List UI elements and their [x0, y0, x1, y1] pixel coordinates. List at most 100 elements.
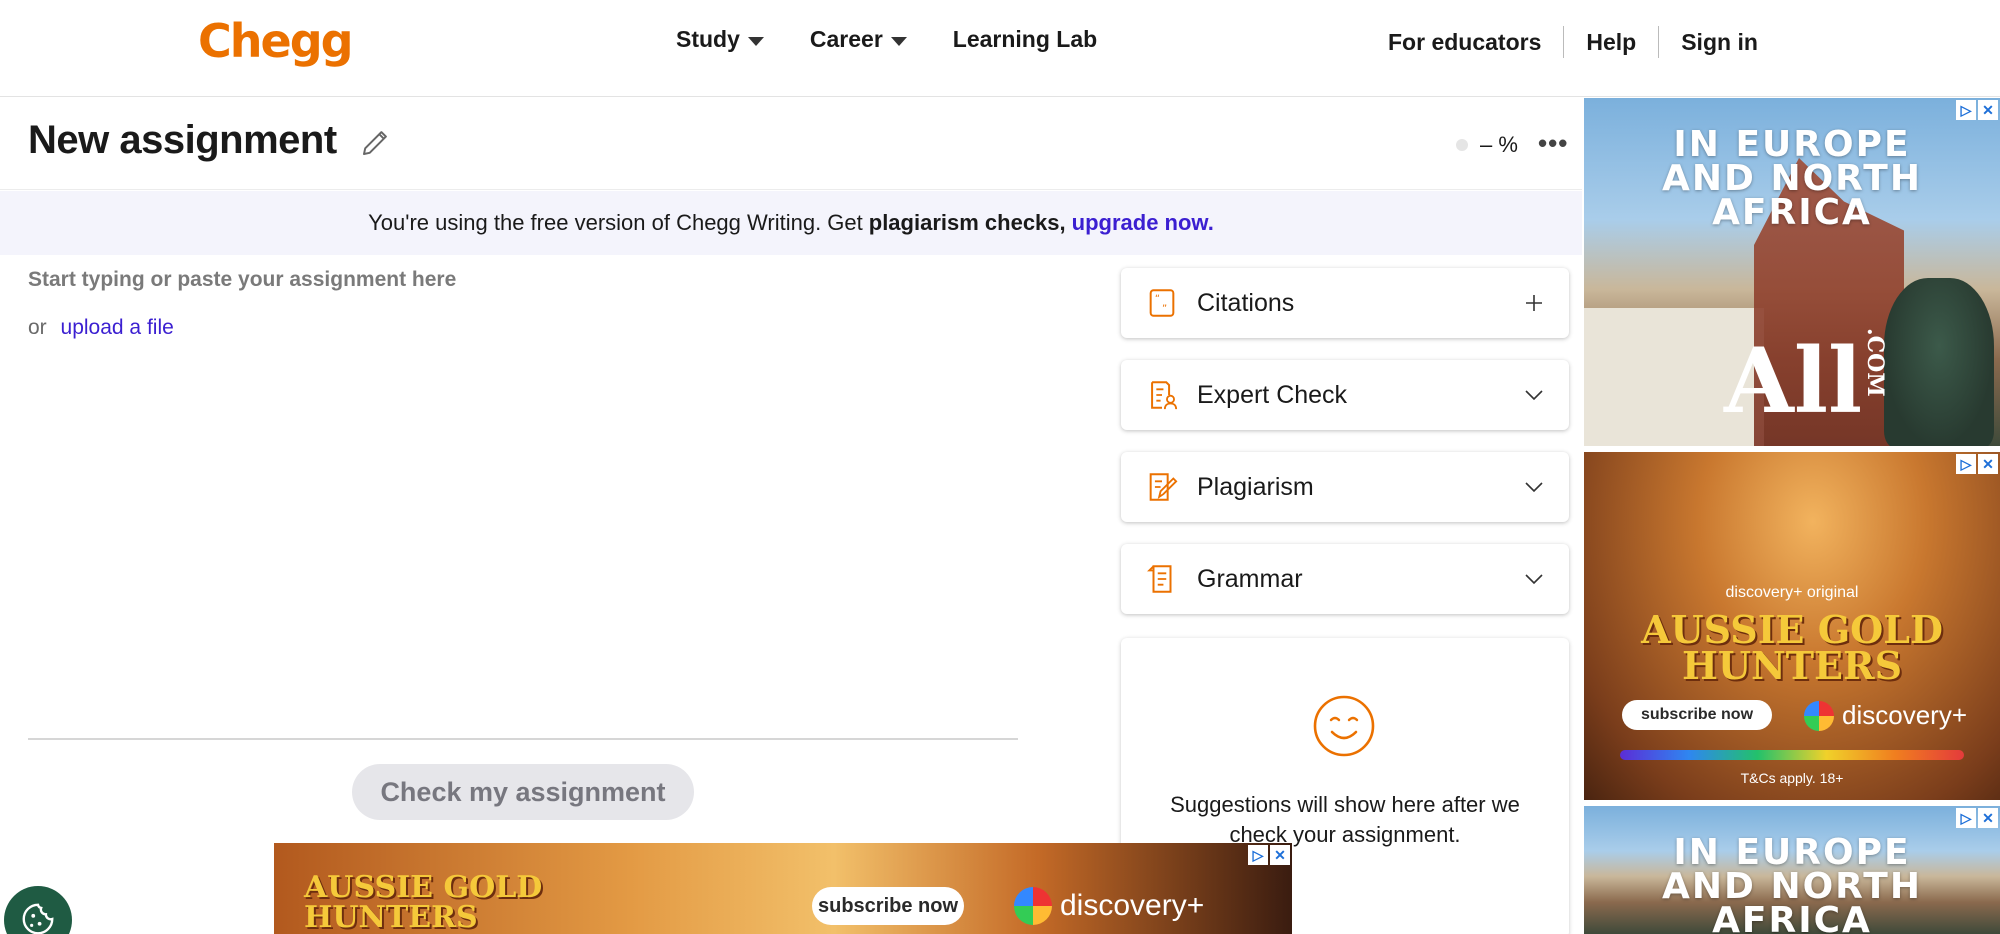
ad-headline: IN EUROPE AND NORTH AFRICA [1584, 124, 2000, 233]
advertisement-europe-2[interactable]: IN EUROPE AND NORTH AFRICA ▷ ✕ [1584, 806, 2000, 934]
grammar-icon [1147, 565, 1172, 593]
top-navigation-bar: Chegg Study Career Learning Lab For educ… [0, 0, 2000, 97]
panel-label: Plagiarism [1197, 472, 1314, 501]
ad-terms: T&Cs apply. 18+ [1740, 770, 1844, 786]
adchoices-icon[interactable]: ▷ [1956, 808, 1976, 828]
nav-divider [1658, 26, 1660, 58]
ad-title: AUSSIE GOLD HUNTERS [304, 873, 542, 933]
cookie-icon [22, 903, 54, 934]
ad-controls: ▷ ✕ [1956, 808, 1998, 828]
panel-label: Citations [1197, 288, 1295, 317]
nav-career-label: Career [809, 26, 883, 52]
panel-label: Expert Check [1197, 380, 1348, 409]
caret-down-icon [747, 37, 764, 46]
advertisement-gold-hunters[interactable]: discovery+ original AUSSIE GOLD HUNTERS … [1584, 452, 2000, 800]
nav-study-label: Study [676, 26, 740, 52]
ad-headline-line: AND NORTH [1662, 866, 1922, 907]
upload-row: or upload a file [28, 316, 174, 340]
ad-brand-text: discovery+ [1842, 700, 1967, 730]
editor-divider [28, 738, 1018, 740]
document-title-bar: New assignment – % ••• [0, 98, 1582, 190]
panel-plagiarism[interactable]: Plagiarism [1121, 452, 1569, 522]
ad-discovery-logo: discovery+ [1014, 887, 1204, 925]
ad-controls: ▷ ✕ [1248, 845, 1290, 865]
panel-grammar[interactable]: Grammar [1121, 544, 1569, 614]
upgrade-banner: You're using the free version of Chegg W… [0, 191, 1582, 255]
account-nav: For educators Help Sign in [1388, 26, 1758, 58]
panel-expert-check[interactable]: Expert Check [1121, 360, 1569, 430]
close-ad-icon[interactable]: ✕ [1978, 808, 1998, 828]
help-link[interactable]: Help [1586, 29, 1636, 56]
upload-file-link[interactable]: upload a file [61, 316, 174, 339]
panel-citations[interactable]: “ ” Citations [1121, 268, 1569, 338]
svg-text:“: “ [1155, 294, 1160, 305]
close-ad-icon[interactable]: ✕ [1978, 454, 1998, 474]
expert-check-icon [1151, 381, 1178, 410]
ad-subscribe-button[interactable]: subscribe now [1622, 700, 1772, 730]
ad-headline-line: AFRICA [1712, 900, 1872, 934]
main-nav: Study Career Learning Lab [676, 26, 1097, 53]
ad-headline: IN EUROPE AND NORTH AFRICA [1584, 832, 2000, 934]
nav-divider [1563, 26, 1565, 58]
ad-headline-line: AFRICA [1712, 192, 1872, 233]
score-dot-icon [1456, 139, 1468, 151]
ad-title-line: HUNTERS [304, 900, 478, 934]
advertisement-europe[interactable]: IN EUROPE AND NORTH AFRICA All.COM ▷ ✕ [1584, 98, 2000, 446]
editor-placeholder[interactable]: Start typing or paste your assignment he… [28, 268, 456, 292]
ad-brand-text: discovery+ [1060, 889, 1205, 922]
adchoices-icon[interactable]: ▷ [1956, 100, 1976, 120]
ad-controls: ▷ ✕ [1956, 100, 1998, 120]
nav-career[interactable]: Career [810, 26, 907, 53]
cookie-settings-button[interactable] [4, 886, 72, 934]
smiley-icon [1313, 695, 1375, 757]
adchoices-icon[interactable]: ▷ [1956, 454, 1976, 474]
discovery-orb-icon [1014, 887, 1052, 925]
suggestions-text: Suggestions will show here after we chec… [1170, 792, 1520, 847]
ad-brand-logo: All.COM [1724, 328, 1888, 434]
ad-headline-line: IN EUROPE [1673, 124, 1911, 165]
chevron-down-icon[interactable] [1523, 568, 1545, 590]
banner-bold-text: plagiarism checks, [868, 210, 1066, 235]
for-educators-link[interactable]: For educators [1388, 29, 1541, 56]
advertisement-bottom-banner[interactable]: AUSSIE GOLD HUNTERS subscribe now discov… [274, 843, 1292, 934]
banner-text: You're using the free version of Chegg W… [368, 210, 863, 235]
ad-rainbow-bar [1620, 750, 1964, 760]
or-text: or [28, 316, 47, 339]
more-options-icon[interactable]: ••• [1538, 128, 1568, 159]
ad-title-line: AUSSIE GOLD [304, 870, 543, 905]
ad-fountain-image [1884, 278, 1994, 446]
citation-icon: “ ” [1149, 289, 1175, 317]
sign-in-link[interactable]: Sign in [1681, 29, 1758, 56]
document-title[interactable]: New assignment [28, 118, 337, 163]
pencil-edit-icon[interactable] [358, 124, 394, 160]
ad-controls: ▷ ✕ [1956, 454, 1998, 474]
plagiarism-icon [1149, 473, 1178, 501]
nav-study[interactable]: Study [676, 26, 764, 53]
discovery-orb-icon [1804, 700, 1834, 731]
ad-headline-line: AND NORTH [1662, 158, 1922, 199]
ad-tag: discovery+ original [1725, 584, 1859, 601]
ad-discovery-logo: discovery+ [1804, 700, 1967, 731]
plus-icon[interactable] [1523, 292, 1545, 314]
nav-learning-lab[interactable]: Learning Lab [953, 26, 1097, 53]
chevron-down-icon[interactable] [1523, 476, 1545, 498]
ad-headline-line: IN EUROPE [1673, 832, 1911, 873]
caret-down-icon [890, 37, 907, 46]
ad-brand-suffix: .COM [1862, 328, 1889, 397]
chevron-down-icon[interactable] [1523, 384, 1545, 406]
check-assignment-button[interactable]: Check my assignment [352, 764, 694, 820]
panel-label: Grammar [1197, 564, 1303, 593]
ad-title-line: HUNTERS [1681, 643, 1903, 688]
ad-title: AUSSIE GOLD HUNTERS [1584, 611, 2000, 688]
close-ad-icon[interactable]: ✕ [1270, 845, 1290, 865]
score-value: – % [1480, 132, 1518, 157]
ad-brand-text: All [1724, 328, 1863, 434]
chegg-logo[interactable]: Chegg [198, 14, 354, 68]
adchoices-icon[interactable]: ▷ [1248, 845, 1268, 865]
score-indicator: – % [1456, 132, 1518, 158]
ad-subscribe-button[interactable]: subscribe now [812, 887, 964, 925]
close-ad-icon[interactable]: ✕ [1978, 100, 1998, 120]
svg-text:”: ” [1162, 304, 1167, 315]
upgrade-link[interactable]: upgrade now. [1072, 210, 1214, 236]
nav-learning-lab-label: Learning Lab [952, 26, 1098, 52]
